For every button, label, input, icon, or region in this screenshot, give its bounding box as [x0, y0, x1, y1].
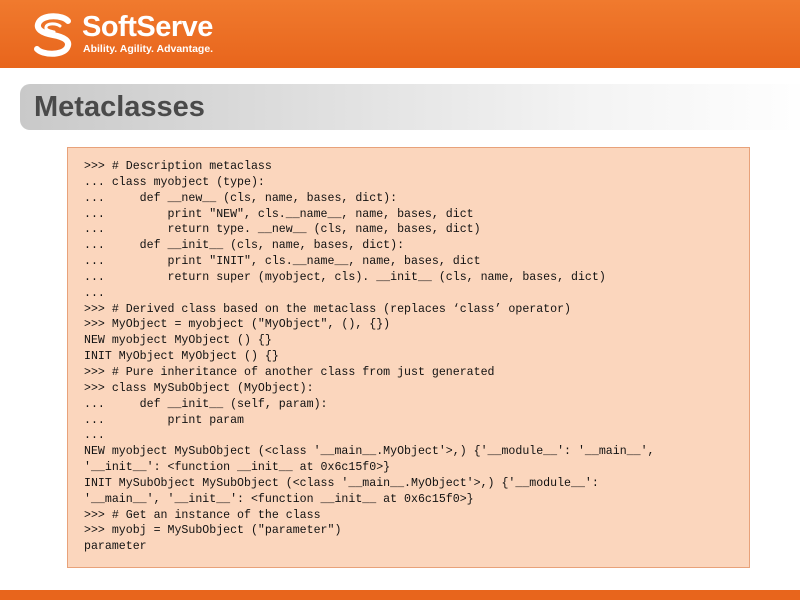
code-line: NEW myobject MyObject () {} [84, 334, 272, 348]
code-line: ... def __new__ (cls, name, bases, dict)… [84, 191, 398, 205]
code-example-box: >>> # Description metaclass ... class myo… [67, 147, 750, 568]
code-line: >>> MyObject = myobject ("MyObject", (),… [84, 318, 391, 332]
header-bar: SoftServe Ability. Agility. Advantage. [0, 0, 800, 68]
brand-tagline: Ability. Agility. Advantage. [83, 43, 214, 55]
code-listing: >>> # Description metaclass ... class myo… [84, 159, 655, 555]
code-line: >>> class MySubObject (MyObject): [84, 381, 314, 395]
code-line: ... class myobject (type): [84, 175, 265, 189]
code-line: ... print "NEW", cls.__name__, name, bas… [84, 207, 474, 221]
slide-title: Metaclasses [34, 91, 205, 123]
brand-name: SoftServe [82, 11, 213, 43]
code-line: ... print "INIT", cls.__name__, name, ba… [84, 255, 481, 269]
code-line: >>> # Get an instance of the class [84, 508, 321, 522]
code-line: ... print param [84, 413, 245, 427]
softserve-s-mark-icon [34, 13, 72, 57]
code-line: ... [84, 286, 105, 300]
code-line: '__main__', '__init__': <function __init… [84, 492, 474, 506]
slide-title-bar: Metaclasses [20, 84, 800, 130]
code-line: ... return type. __new__ (cls, name, bas… [84, 223, 481, 237]
code-line: >>> myobj = MySubObject ("parameter") [84, 524, 342, 538]
softserve-logo: SoftServe Ability. Agility. Advantage. [30, 10, 240, 62]
code-line: ... def __init__ (cls, name, bases, dict… [84, 239, 405, 253]
code-line: ... def __init__ (self, param): [84, 397, 328, 411]
code-line: INIT MyObject MyObject () {} [84, 350, 279, 364]
code-line: >>> # Description metaclass [84, 160, 272, 173]
code-line: NEW myobject MySubObject (<class '__main… [84, 445, 655, 459]
code-line: '__init__': <function __init__ at 0x6c15… [84, 461, 391, 475]
code-line: >>> # Derived class based on the metacla… [84, 302, 572, 316]
code-line: ... [84, 429, 105, 443]
code-line: INIT MySubObject MySubObject (<class '__… [84, 476, 599, 490]
code-line: parameter [84, 540, 147, 554]
code-line: ... return super (myobject, cls). __init… [84, 270, 606, 284]
footer-bar [0, 590, 800, 600]
code-line: >>> # Pure inheritance of another class … [84, 365, 495, 379]
